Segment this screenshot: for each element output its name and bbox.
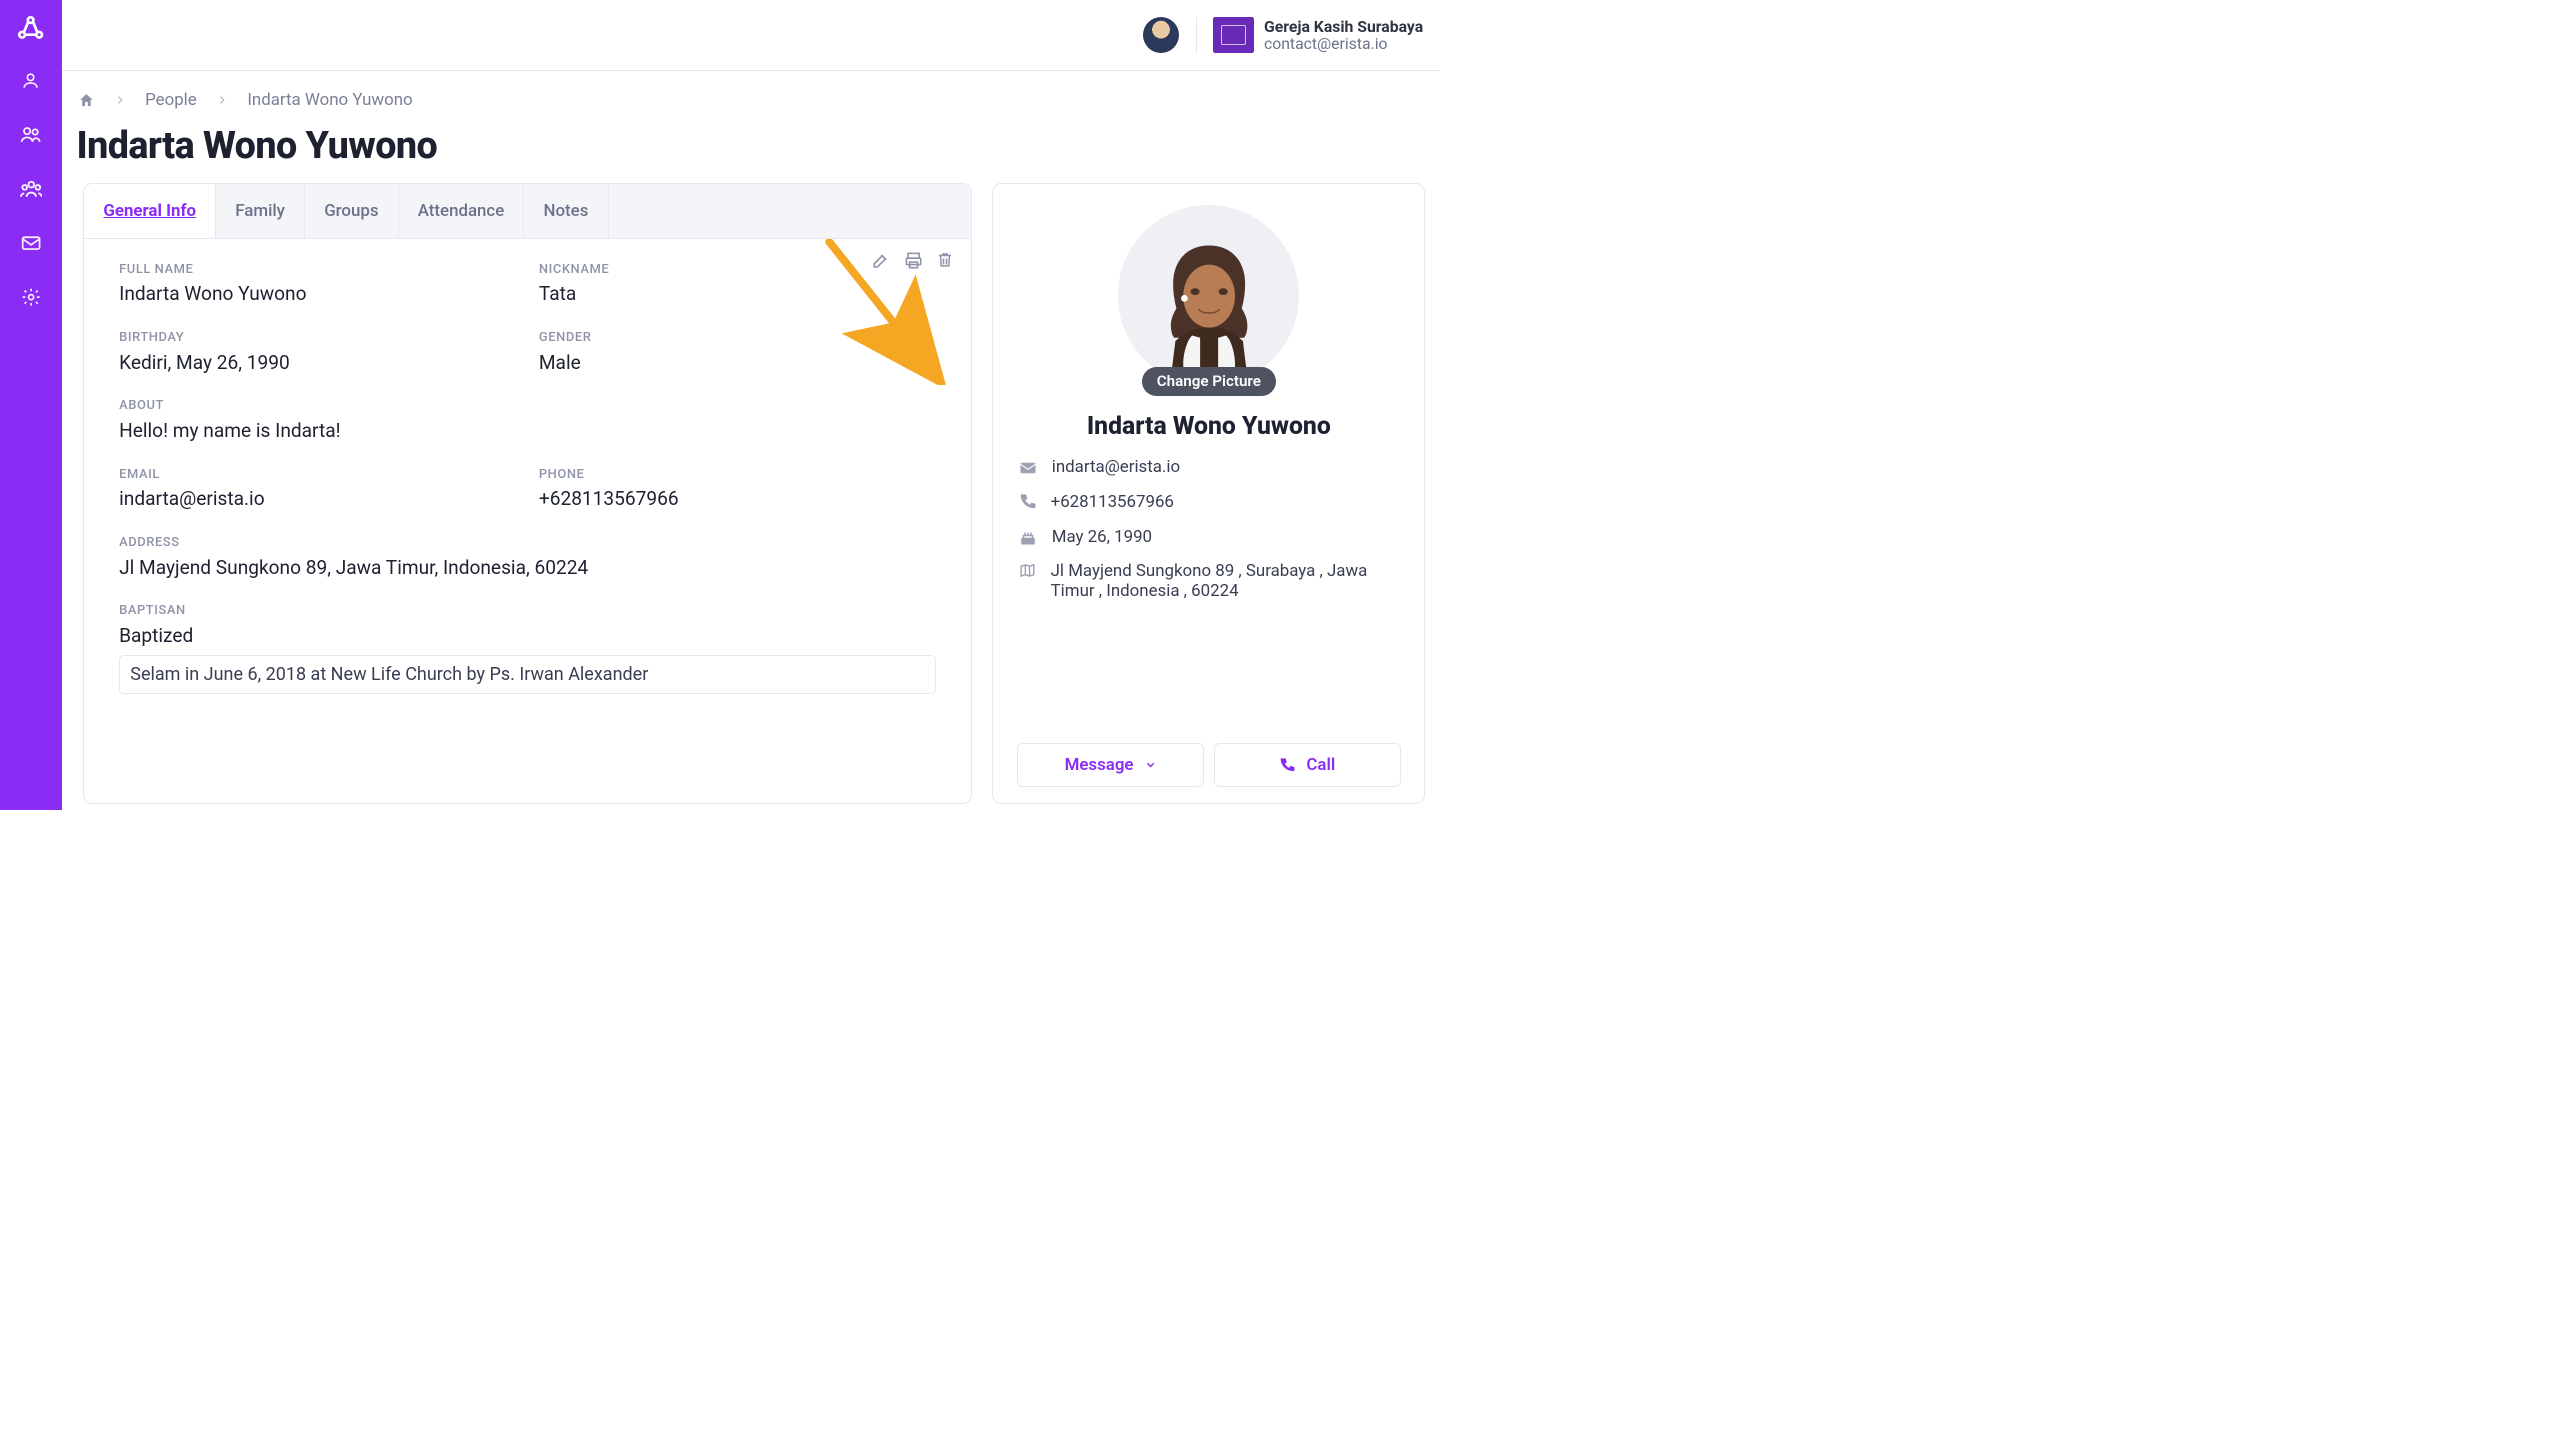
value-baptisan-detail: Selam in June 6, 2018 at New Life Church… bbox=[119, 655, 936, 694]
summary-birthday: May 26, 1990 bbox=[1052, 527, 1152, 547]
phone-icon bbox=[1019, 493, 1036, 510]
value-nickname: Tata bbox=[539, 282, 936, 305]
cake-icon bbox=[1019, 528, 1037, 546]
chevron-right-icon bbox=[217, 95, 227, 105]
value-baptisan: Baptized bbox=[119, 624, 936, 647]
sidebar-item-person[interactable] bbox=[15, 65, 47, 97]
sidebar-item-mail[interactable] bbox=[15, 227, 47, 259]
value-email: indarta@erista.io bbox=[119, 487, 516, 510]
print-icon[interactable] bbox=[904, 251, 923, 270]
message-button-label: Message bbox=[1065, 755, 1134, 775]
summary-card: Change Picture Indarta Wono Yuwono indar… bbox=[992, 183, 1425, 804]
chevron-down-icon bbox=[1145, 759, 1156, 770]
sidebar-item-groups[interactable] bbox=[15, 173, 47, 205]
call-button[interactable]: Call bbox=[1214, 743, 1401, 787]
tabs: General Info Family Groups Attendance No… bbox=[84, 184, 971, 239]
tab-general-info[interactable]: General Info bbox=[84, 184, 216, 238]
value-phone: +628113567966 bbox=[539, 487, 936, 510]
sidebar-item-settings[interactable] bbox=[15, 281, 47, 313]
value-full-name: Indarta Wono Yuwono bbox=[119, 282, 516, 305]
breadcrumb-people[interactable]: People bbox=[145, 90, 197, 110]
org-badge-icon bbox=[1213, 17, 1254, 52]
label-address: ADDRESS bbox=[119, 535, 936, 550]
app-logo-icon bbox=[16, 14, 45, 43]
label-email: EMAIL bbox=[119, 467, 516, 482]
profile-avatar bbox=[1118, 205, 1299, 386]
label-gender: GENDER bbox=[539, 330, 936, 345]
edit-icon[interactable] bbox=[871, 251, 890, 270]
tab-family[interactable]: Family bbox=[216, 184, 305, 238]
summary-address: Jl Mayjend Sungkono 89 , Surabaya , Jawa… bbox=[1051, 561, 1399, 601]
breadcrumb-current: Indarta Wono Yuwono bbox=[247, 90, 412, 110]
summary-email: indarta@erista.io bbox=[1052, 457, 1180, 477]
breadcrumb: People Indarta Wono Yuwono bbox=[71, 87, 1431, 110]
sidebar bbox=[0, 0, 62, 810]
mail-icon bbox=[1019, 459, 1037, 477]
value-birthday: Kediri, May 26, 1990 bbox=[119, 351, 516, 374]
map-icon bbox=[1019, 562, 1036, 579]
label-birthday: BIRTHDAY bbox=[119, 330, 516, 345]
detail-card: General Info Family Groups Attendance No… bbox=[83, 183, 972, 804]
label-baptisan: BAPTISAN bbox=[119, 603, 936, 618]
sidebar-item-people[interactable] bbox=[15, 119, 47, 151]
summary-name: Indarta Wono Yuwono bbox=[1087, 412, 1331, 441]
delete-icon[interactable] bbox=[936, 251, 954, 270]
chevron-right-icon bbox=[115, 95, 125, 105]
topbar: Gereja Kasih Surabaya contact@erista.io bbox=[62, 0, 1440, 71]
org-switcher[interactable]: Gereja Kasih Surabaya contact@erista.io bbox=[1196, 17, 1424, 54]
summary-phone: +628113567966 bbox=[1051, 492, 1174, 512]
phone-icon bbox=[1279, 757, 1295, 773]
value-gender: Male bbox=[539, 351, 936, 374]
org-name: Gereja Kasih Surabaya bbox=[1264, 17, 1423, 36]
value-about: Hello! my name is Indarta! bbox=[119, 419, 936, 442]
tab-groups[interactable]: Groups bbox=[305, 184, 399, 238]
label-phone: PHONE bbox=[539, 467, 936, 482]
home-icon[interactable] bbox=[78, 92, 95, 109]
user-avatar[interactable] bbox=[1143, 17, 1179, 53]
tab-attendance[interactable]: Attendance bbox=[399, 184, 525, 238]
page-title: Indarta Wono Yuwono bbox=[77, 124, 1432, 168]
message-button[interactable]: Message bbox=[1017, 743, 1204, 787]
call-button-label: Call bbox=[1306, 755, 1335, 775]
org-email: contact@erista.io bbox=[1264, 34, 1423, 53]
value-address: Jl Mayjend Sungkono 89, Jawa Timur, Indo… bbox=[119, 556, 936, 579]
change-picture-button[interactable]: Change Picture bbox=[1142, 367, 1275, 396]
tab-notes[interactable]: Notes bbox=[524, 184, 608, 238]
label-full-name: FULL NAME bbox=[119, 262, 516, 277]
label-about: ABOUT bbox=[119, 398, 936, 413]
